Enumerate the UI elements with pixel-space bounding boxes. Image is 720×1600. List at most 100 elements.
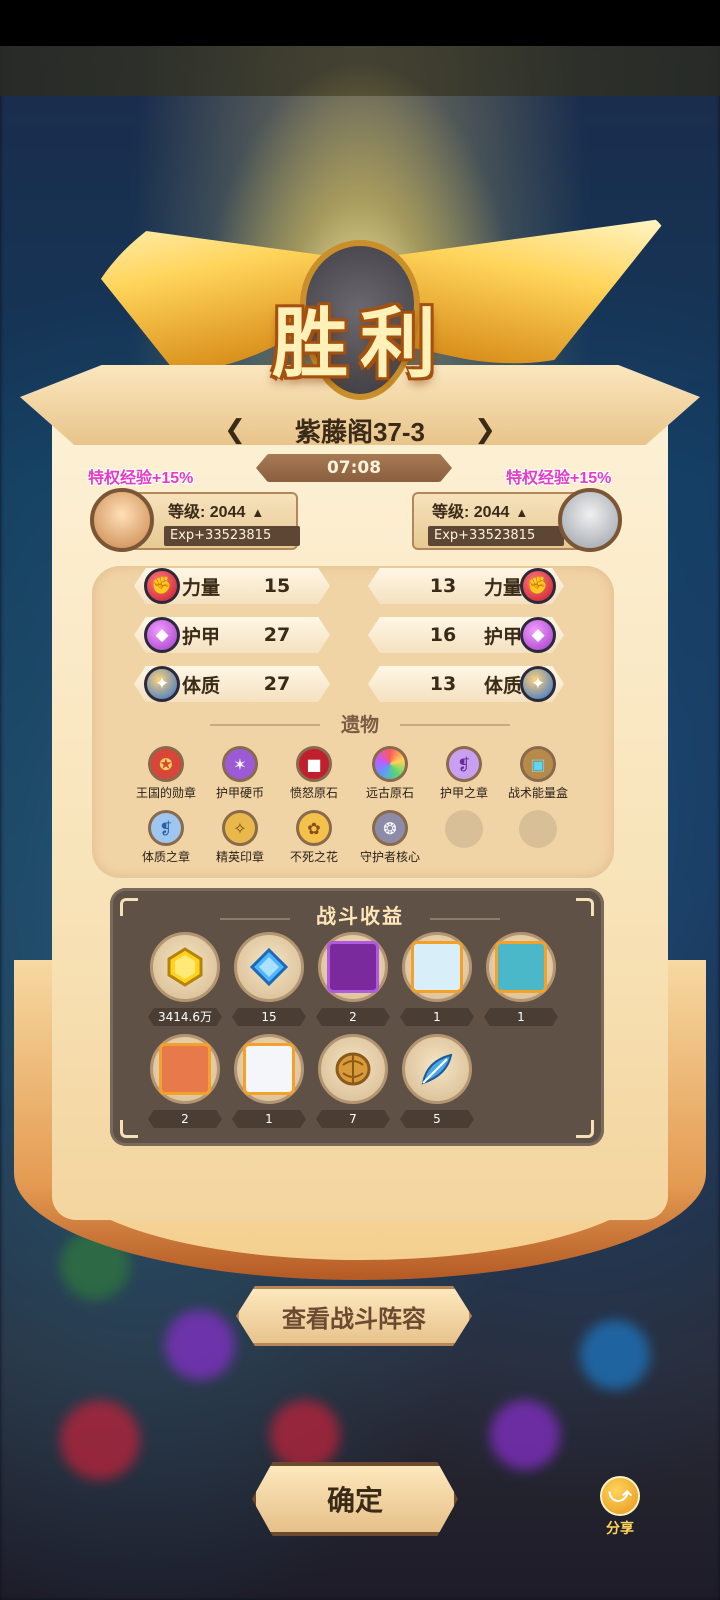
level-up-icon: ▲ [515,505,529,520]
relic-label: 体质之章 [141,850,190,864]
player-level: 等级: 2044 ▲ [168,504,265,521]
relic-item[interactable]: ✪ 王国的勋章 [126,746,206,801]
reward-slot [402,1034,472,1104]
relic-item[interactable]: ❡ 护甲之章 [424,746,504,801]
relic-label: 不死之花 [289,850,338,864]
blurred-unit [580,1320,650,1390]
reward-item[interactable]: 2 [316,932,390,1032]
relic-label: 战术能量盒 [507,786,568,800]
flower-icon: ✿ [296,810,332,846]
hero-card-icon [327,941,379,993]
fist-icon: ✊ [520,568,556,604]
relic-label: 愤怒原石 [289,786,338,800]
reward-quantity: 2 [316,1008,390,1026]
reward-item[interactable]: 2 [148,1034,222,1134]
relic-item[interactable]: ✧ 精英印章 [200,810,280,865]
player-card-right: 等级: 2044 ▲ Exp+33523815 [412,488,622,554]
reward-slot [150,1034,220,1104]
relic-item[interactable]: ■ 愤怒原石 [274,746,354,801]
constitution-icon: ✦ [520,666,556,702]
empty-slot-icon [519,810,557,848]
stage-name: 紫藤阁37-3 [294,416,426,447]
armor-icon: ◆ [144,617,180,653]
reward-quantity: 1 [484,1008,558,1026]
relic-item[interactable]: ✿ 不死之花 [274,810,354,865]
fist-icon: ✊ [144,568,180,604]
reward-item[interactable]: 1 [400,932,474,1032]
reward-quantity: 2 [148,1110,222,1128]
player-card-left: 等级: 2044 ▲ Exp+33523815 [90,488,300,554]
relic-item[interactable]: ▣ 战术能量盒 [498,746,578,801]
hero-avatar[interactable] [90,488,154,552]
empty-relic-slot [424,810,504,848]
status-bar [0,0,720,46]
level-up-icon: ▲ [251,505,265,520]
reward-item[interactable]: 7 [316,1034,390,1134]
prev-stage-icon[interactable]: ❮ [220,415,250,445]
relic-item[interactable]: ❂ 守护者核心 [350,810,430,865]
reward-quantity: 7 [316,1110,390,1128]
relic-label: 精英印章 [215,850,264,864]
stat-label: 护甲 [182,625,221,648]
reward-item[interactable]: 3414.6万 [148,932,222,1032]
reward-slot [318,932,388,1002]
confirm-button[interactable]: 确定 [252,1462,458,1536]
reward-item[interactable]: 15 [232,932,306,1032]
empty-slot-icon [445,810,483,848]
reward-slot [234,1034,304,1104]
corner-ornament [576,1120,594,1138]
stat-value: 27 [263,624,291,646]
hero-card-icon [495,941,547,993]
scroll-icon: ❡ [148,810,184,846]
red-stone-icon: ■ [296,746,332,782]
reward-slot [234,932,304,1002]
blurred-unit [165,1310,235,1380]
battle-timer: 07:08 [256,454,452,482]
reward-quantity: 5 [400,1110,474,1128]
blurred-unit [270,1400,340,1470]
view-lineup-button[interactable]: 查看战斗阵容 [236,1286,472,1346]
constitution-icon: ✦ [144,666,180,702]
reward-item[interactable]: 5 [400,1034,474,1134]
divider [400,724,510,726]
reward-slot [486,932,556,1002]
hero-card-icon [159,1043,211,1095]
gold-gem-icon [167,947,203,987]
feather-icon [421,1053,453,1085]
armor-icon: ◆ [520,617,556,653]
hero-card-icon [411,941,463,993]
reward-slot [318,1034,388,1104]
relic-item[interactable]: ✶ 护甲硬币 [200,746,280,801]
relic-label: 护甲之章 [439,786,488,800]
stat-value: 13 [429,575,457,597]
relic-item[interactable]: ❡ 体质之章 [126,810,206,865]
relics-title: 遗物 [340,714,379,736]
stat-value: 15 [263,575,291,597]
next-stage-icon[interactable]: ❯ [470,415,500,445]
stage-selector: ❮ 紫藤阁37-3 ❯ [0,410,720,450]
privilege-exp-bonus: 特权经验+15% [88,470,194,487]
stat-value: 13 [429,673,457,695]
share-button[interactable]: ⤻ 分享 [596,1476,644,1538]
blurred-unit [490,1400,560,1470]
reward-item[interactable]: 1 [232,1034,306,1134]
seal-icon: ✧ [222,810,258,846]
rewards-title: 战斗收益 [316,904,404,928]
hero-avatar[interactable] [558,488,622,552]
energy-box-icon: ▣ [520,746,556,782]
relic-label: 守护者核心 [359,850,420,864]
empty-relic-slot [498,810,578,848]
relic-item[interactable]: 远古原石 [350,746,430,801]
reward-item[interactable]: 1 [484,932,558,1032]
reward-quantity: 1 [232,1110,306,1128]
privilege-exp-bonus: 特权经验+15% [506,470,612,487]
player-exp: Exp+33523815 [164,526,300,546]
coin-icon: ✶ [222,746,258,782]
relic-label: 王国的勋章 [135,786,196,800]
share-icon: ⤻ [600,1476,640,1516]
hero-card-icon [243,1043,295,1095]
blue-diamond-icon [249,947,289,987]
player-exp: Exp+33523815 [428,526,564,546]
stat-value: 27 [263,673,291,695]
medal-icon: ✪ [148,746,184,782]
